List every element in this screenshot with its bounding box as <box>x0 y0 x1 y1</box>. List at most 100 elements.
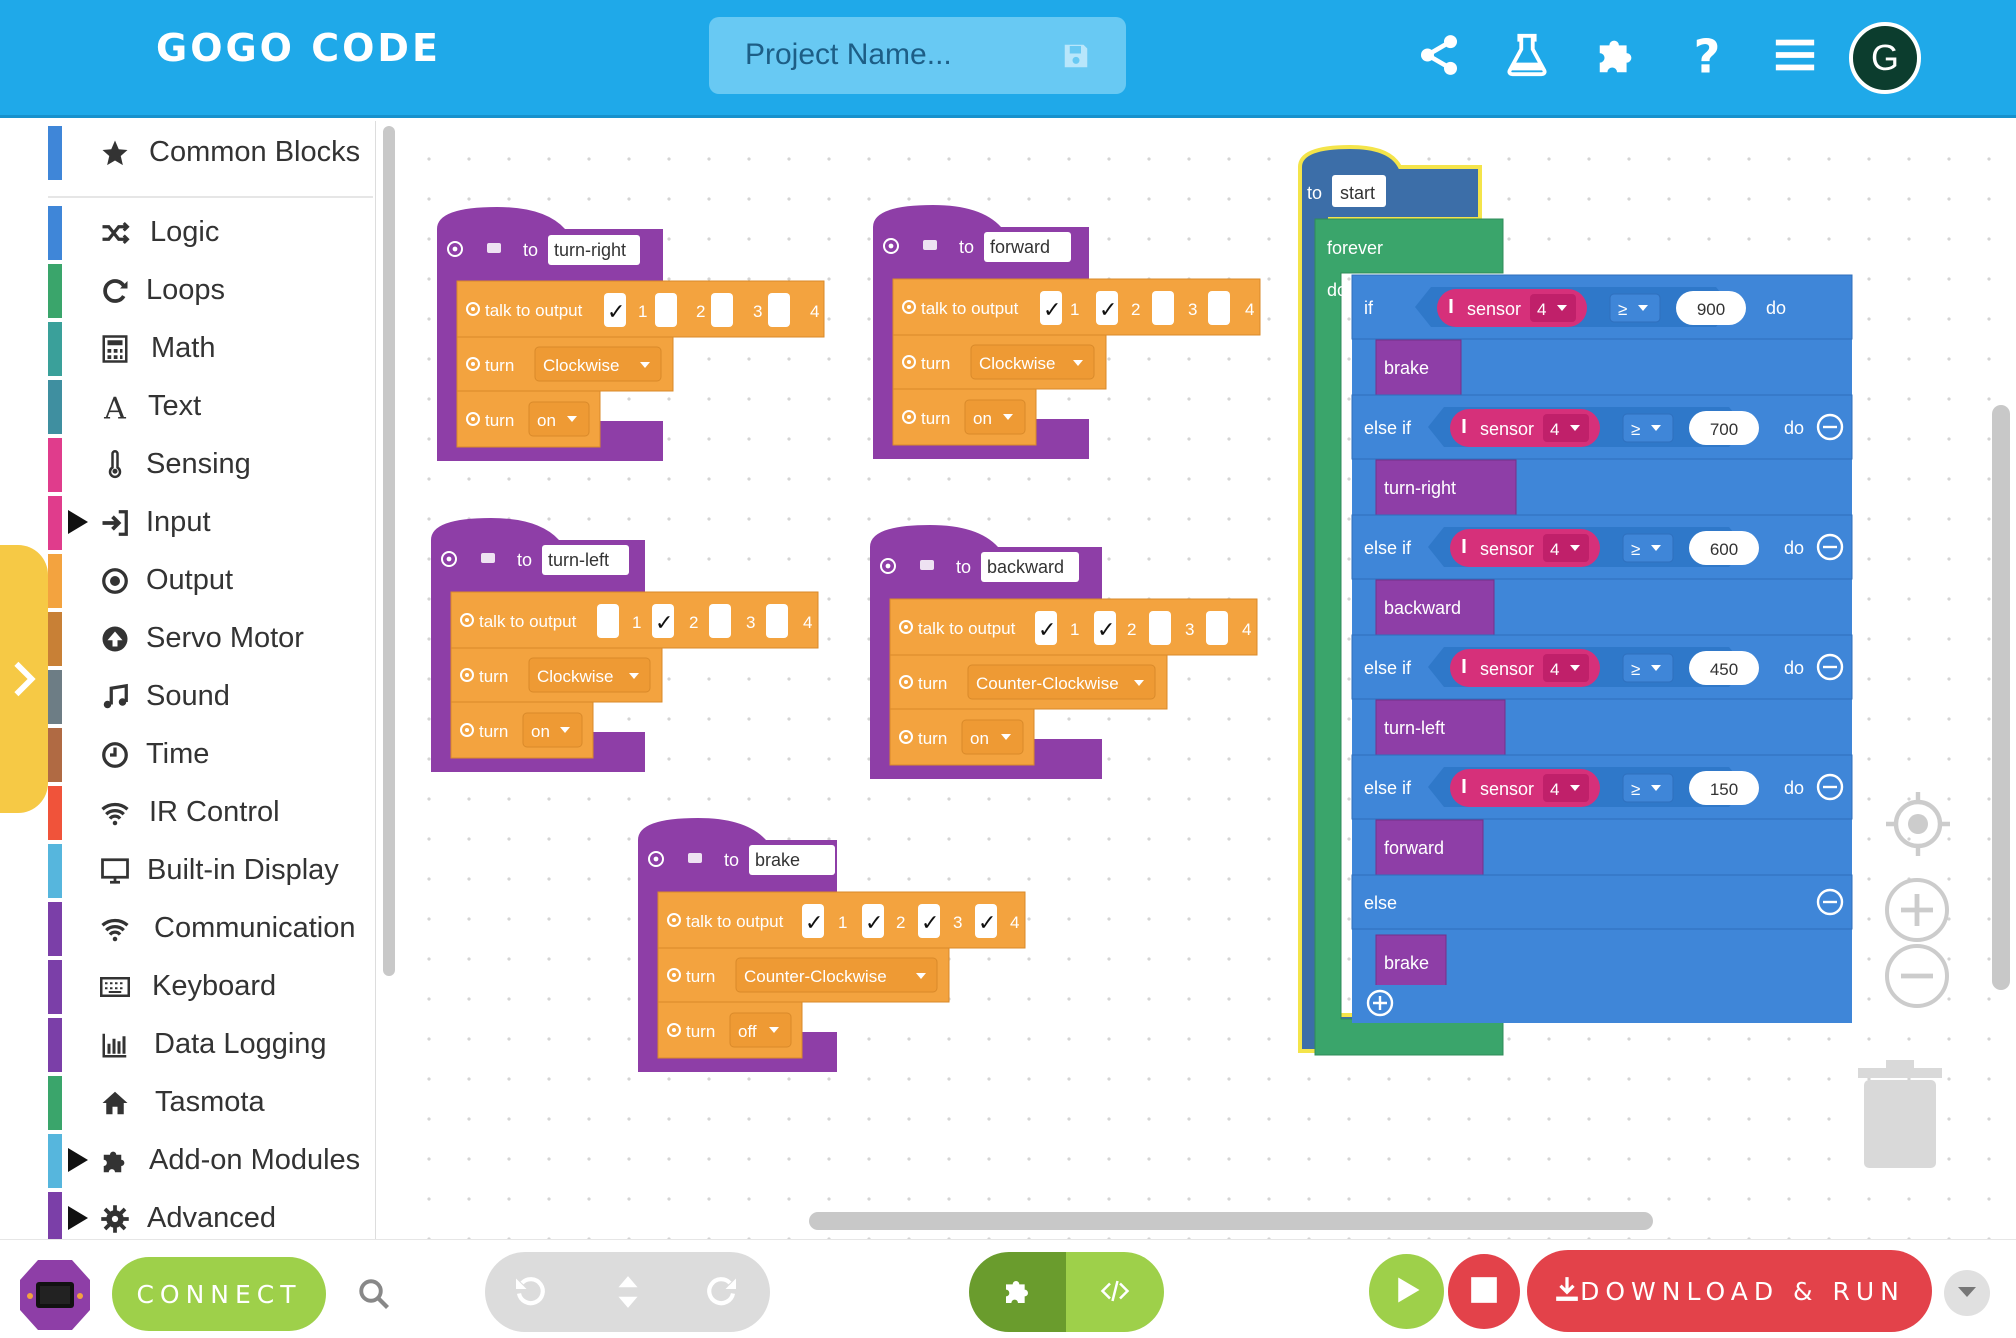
output-checkbox-4[interactable] <box>766 604 788 638</box>
category-communication[interactable]: Communication <box>0 902 376 956</box>
more-options-button[interactable] <box>1944 1270 1990 1316</box>
category-color-bar <box>48 496 62 550</box>
comment-icon[interactable] <box>481 553 495 563</box>
code-mode-button[interactable] <box>1066 1252 1164 1332</box>
zoom-in-icon[interactable] <box>1883 876 1951 944</box>
search-icon[interactable] <box>356 1276 392 1312</box>
puzzle-icon <box>1005 1280 1028 1303</box>
category-color-bar <box>48 612 62 666</box>
recenter-icon[interactable] <box>1884 790 1952 858</box>
blocks-mode-button[interactable] <box>969 1252 1066 1332</box>
comment-icon[interactable] <box>487 243 501 253</box>
expand-arrow-icon[interactable] <box>68 510 88 534</box>
category-text[interactable]: A Text <box>0 380 376 434</box>
share-icon[interactable] <box>1416 32 1462 78</box>
category-keyboard[interactable]: Keyboard <box>0 960 376 1014</box>
main-program-block[interactable]: to startendforeverdoif sensor 4 ≥900 dobrakee… <box>1298 144 1853 1076</box>
expand-arrow-icon[interactable] <box>68 1206 88 1230</box>
category-loops[interactable]: Loops <box>0 264 376 318</box>
help-icon[interactable]: ? <box>1684 32 1730 78</box>
user-avatar[interactable]: G <box>1849 22 1921 94</box>
category-output[interactable]: Output <box>0 554 376 608</box>
category-color-bar <box>48 960 62 1014</box>
output-checkbox-3[interactable] <box>1149 611 1171 645</box>
procedure-name: backward <box>987 557 1064 577</box>
else-row[interactable] <box>1351 874 1853 930</box>
else-if-label: else if <box>1364 658 1412 678</box>
direction-value: Clockwise <box>543 356 620 375</box>
output-checkbox-4[interactable] <box>1208 291 1230 325</box>
output-checkbox-1[interactable] <box>597 604 619 638</box>
procedure-block-turn-left[interactable]: to turn-left talk to output 1 ✓ 2 3 4 turn Clockw… <box>431 518 819 772</box>
workspace-hscrollbar[interactable] <box>809 1212 1653 1230</box>
redo-icon[interactable] <box>703 1274 739 1310</box>
category-add-on-modules[interactable]: Add-on Modules <box>0 1134 376 1188</box>
do-label: do <box>1784 538 1804 558</box>
output-checkbox-2[interactable] <box>655 293 677 327</box>
output-checkbox-4[interactable] <box>1206 611 1228 645</box>
category-ir-control[interactable]: IR Control <box>0 786 376 840</box>
chevron-down-icon <box>1958 1286 1976 1297</box>
output-checkbox-4[interactable] <box>768 293 790 327</box>
blocks-workspace[interactable]: to turn-right talk to output ✓ 1 2 3 4 turn Clock… <box>403 121 2016 1239</box>
port-label: 3 <box>1188 300 1197 319</box>
procedure-call-label: turn-right <box>1384 478 1456 498</box>
category-sensing[interactable]: Sensing <box>0 438 376 492</box>
category-tasmota[interactable]: Tasmota <box>0 1076 376 1130</box>
output-checkbox-3[interactable] <box>1152 291 1174 325</box>
comment-icon[interactable] <box>923 240 937 250</box>
flask-icon[interactable] <box>1504 32 1550 78</box>
comment-icon[interactable] <box>920 560 934 570</box>
procedure-block-forward[interactable]: to forward talk to output ✓ 1 ✓ 2 3 4 turn Clockwi… <box>873 205 1261 459</box>
keyboard-icon <box>100 977 130 997</box>
procedure-block-backward[interactable]: to backward talk to output ✓ 1 ✓ 2 3 4 turn Counte… <box>870 525 1258 779</box>
category-input[interactable]: Input <box>0 496 376 550</box>
category-common-blocks[interactable]: Common Blocks <box>0 126 376 180</box>
power-value: on <box>531 722 550 741</box>
to-label: to <box>959 237 974 257</box>
category-time[interactable]: Time <box>0 728 376 782</box>
power-value: on <box>537 411 556 430</box>
procedure-block-brake[interactable]: to brake talk to output ✓ 1 ✓ 2 ✓ 3 ✓ 4 turn Counter… <box>638 818 1026 1072</box>
else-if-label: else if <box>1364 538 1412 558</box>
project-name-input[interactable] <box>745 35 1045 75</box>
menu-icon[interactable] <box>1772 32 1818 78</box>
do-label: do <box>1784 418 1804 438</box>
output-checkbox-3[interactable] <box>709 604 731 638</box>
operator-value: ≥ <box>1631 420 1640 439</box>
category-sound[interactable]: Sound <box>0 670 376 724</box>
save-icon[interactable] <box>1061 41 1091 71</box>
download-run-button[interactable]: DOWNLOAD & RUN <box>1527 1250 1932 1332</box>
procedure-call-label: backward <box>1384 598 1461 618</box>
category-color-bar <box>48 380 62 434</box>
output-checkbox-3[interactable] <box>711 293 733 327</box>
cleanup-icon[interactable] <box>609 1272 647 1312</box>
sensor-label: sensor <box>1467 299 1521 319</box>
category-color-bar <box>48 126 62 180</box>
expand-arrow-icon[interactable] <box>68 1148 88 1172</box>
workspace-vscrollbar[interactable] <box>1992 405 2010 990</box>
comment-icon[interactable] <box>688 853 702 863</box>
category-label: Built-in Display <box>147 854 339 886</box>
connect-button[interactable]: CONNECT <box>112 1257 326 1331</box>
procedure-block-turn-right[interactable]: to turn-right talk to output ✓ 1 2 3 4 turn Clock… <box>437 207 825 461</box>
puzzle-icon[interactable] <box>1594 32 1640 78</box>
sensor-port: 4 <box>1550 540 1559 559</box>
category-data-logging[interactable]: Data Logging <box>0 1018 376 1072</box>
run-button[interactable] <box>1369 1254 1444 1329</box>
category-math[interactable]: Math <box>0 322 376 376</box>
category-advanced[interactable]: Advanced <box>0 1192 376 1246</box>
direction-value: Counter-Clockwise <box>744 967 887 986</box>
category-built-in-display[interactable]: Built-in Display <box>0 844 376 898</box>
category-servo-motor[interactable]: Servo Motor <box>0 612 376 666</box>
sidebar-scrollbar[interactable] <box>383 126 395 976</box>
stop-button[interactable] <box>1448 1254 1520 1329</box>
gear-center <box>446 556 452 562</box>
category-logic[interactable]: Logic <box>0 206 376 260</box>
flyout-toggle[interactable] <box>0 545 48 813</box>
zoom-out-icon[interactable] <box>1883 942 1951 1010</box>
undo-icon[interactable] <box>513 1274 549 1310</box>
trash-icon[interactable] <box>1858 1060 1942 1170</box>
operator-value: ≥ <box>1618 300 1627 319</box>
category-separator <box>48 196 373 198</box>
